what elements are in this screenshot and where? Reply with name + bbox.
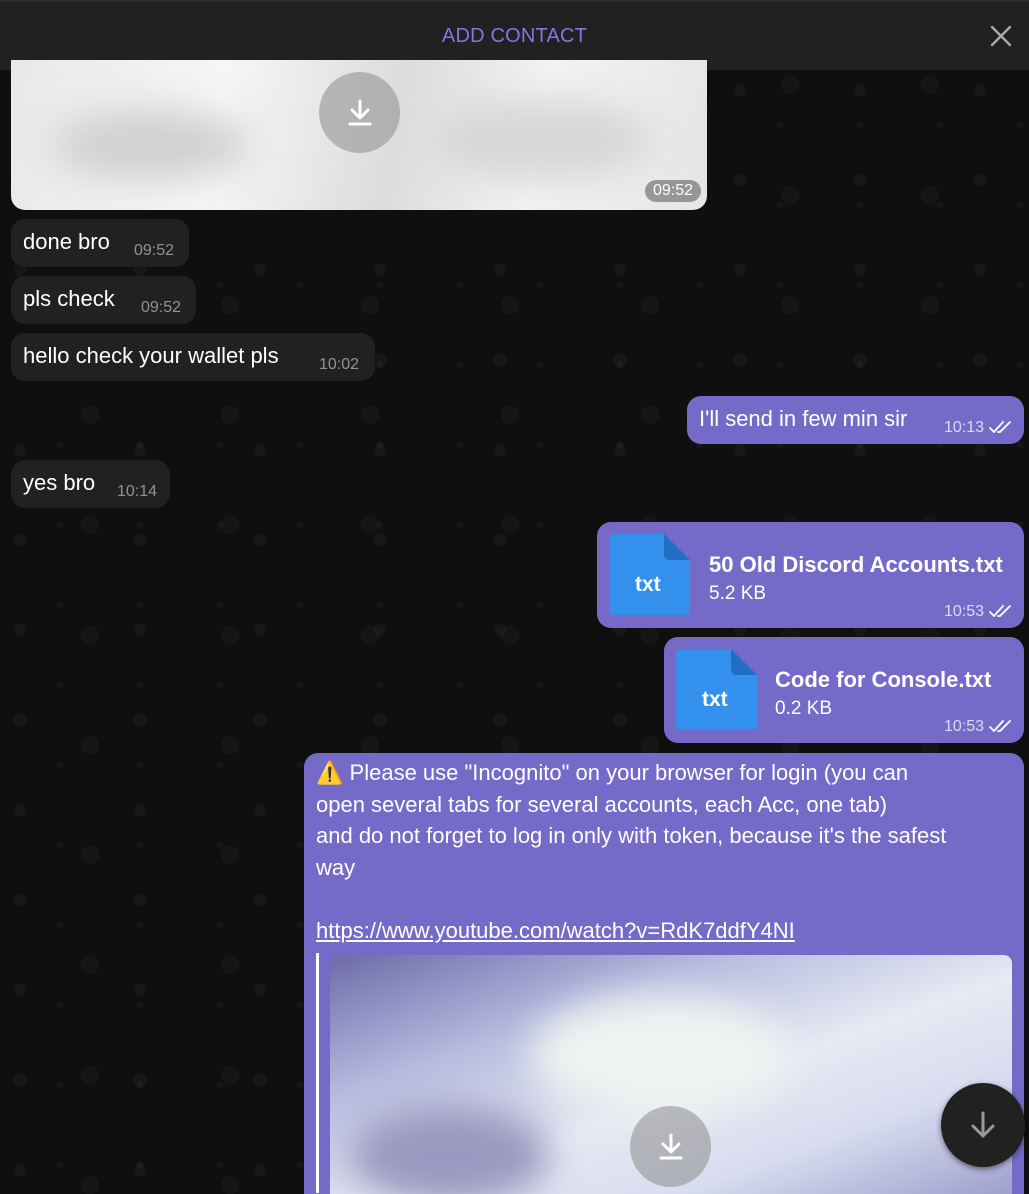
incoming-message[interactable]: done bro 09:52 [11, 219, 189, 267]
image-message[interactable]: 09:52 [11, 60, 707, 210]
message-time: 10:13 [944, 419, 985, 436]
outgoing-message[interactable]: I'll send in few min sir 10:13 [687, 396, 1024, 444]
add-contact-button[interactable]: ADD CONTACT [442, 25, 587, 48]
message-text: pls check [23, 286, 115, 311]
read-check-icon [989, 720, 1011, 732]
download-icon [659, 1133, 682, 1159]
message-time: 09:52 [141, 299, 182, 316]
message-text: ⚠️ Please use "Incognito" on your browse… [316, 757, 1016, 946]
download-button[interactable] [319, 72, 400, 153]
incoming-message[interactable]: pls check 09:52 [11, 276, 196, 324]
message-text: I'll send in few min sir [699, 406, 908, 431]
file-size: 0.2 KB [775, 698, 833, 719]
file-name: Code for Console.txt [775, 667, 992, 692]
scroll-to-bottom-button[interactable] [941, 1083, 1025, 1167]
arrow-down-icon [971, 1111, 995, 1138]
read-check-icon [989, 605, 1011, 617]
file-size: 5.2 KB [709, 583, 767, 604]
message-line: Please use "Incognito" on your browser f… [349, 760, 909, 785]
warning-icon: ⚠️ [316, 760, 344, 785]
file-name: 50 Old Discord Accounts.txt [709, 552, 1003, 577]
incoming-message[interactable]: yes bro 10:14 [11, 460, 170, 508]
outgoing-message[interactable]: ⚠️ Please use "Incognito" on your browse… [304, 753, 1024, 1194]
image-blur [350, 1105, 550, 1194]
incoming-message[interactable]: hello check your wallet pls 10:02 [11, 333, 375, 381]
link-preview-bar [316, 953, 319, 1193]
download-button[interactable] [630, 1106, 711, 1187]
message-line: way [316, 854, 356, 880]
image-blur [530, 995, 790, 1115]
image-blur [431, 100, 651, 180]
message-text: done bro [23, 229, 110, 254]
file-message[interactable]: txt 50 Old Discord Accounts.txt 5.2 KB 1… [597, 522, 1024, 628]
message-text: hello check your wallet pls [23, 343, 279, 368]
message-time: 10:14 [117, 483, 158, 500]
youtube-link[interactable]: https://www.youtube.com/watch?v=RdK7ddfY… [316, 918, 795, 943]
close-button[interactable] [987, 22, 1015, 50]
close-icon [990, 25, 1012, 47]
read-check-icon [989, 421, 1011, 433]
message-time: 10:02 [319, 356, 360, 373]
image-blur [51, 110, 251, 180]
message-line: open several tabs for several accounts, … [316, 791, 888, 817]
link-preview-image[interactable] [330, 955, 1012, 1194]
download-icon [348, 99, 371, 125]
message-text: yes bro [23, 470, 96, 495]
message-time: 10:53 [944, 718, 985, 735]
message-line: and do not forget to log in only with to… [316, 823, 947, 848]
message-time: 10:53 [944, 603, 985, 620]
file-message[interactable]: txt Code for Console.txt 0.2 KB 10:53 [664, 637, 1024, 743]
file-extension: txt [702, 688, 728, 711]
file-extension: txt [635, 573, 661, 596]
message-time: 09:52 [134, 242, 175, 259]
message-time: 09:52 [644, 180, 701, 202]
